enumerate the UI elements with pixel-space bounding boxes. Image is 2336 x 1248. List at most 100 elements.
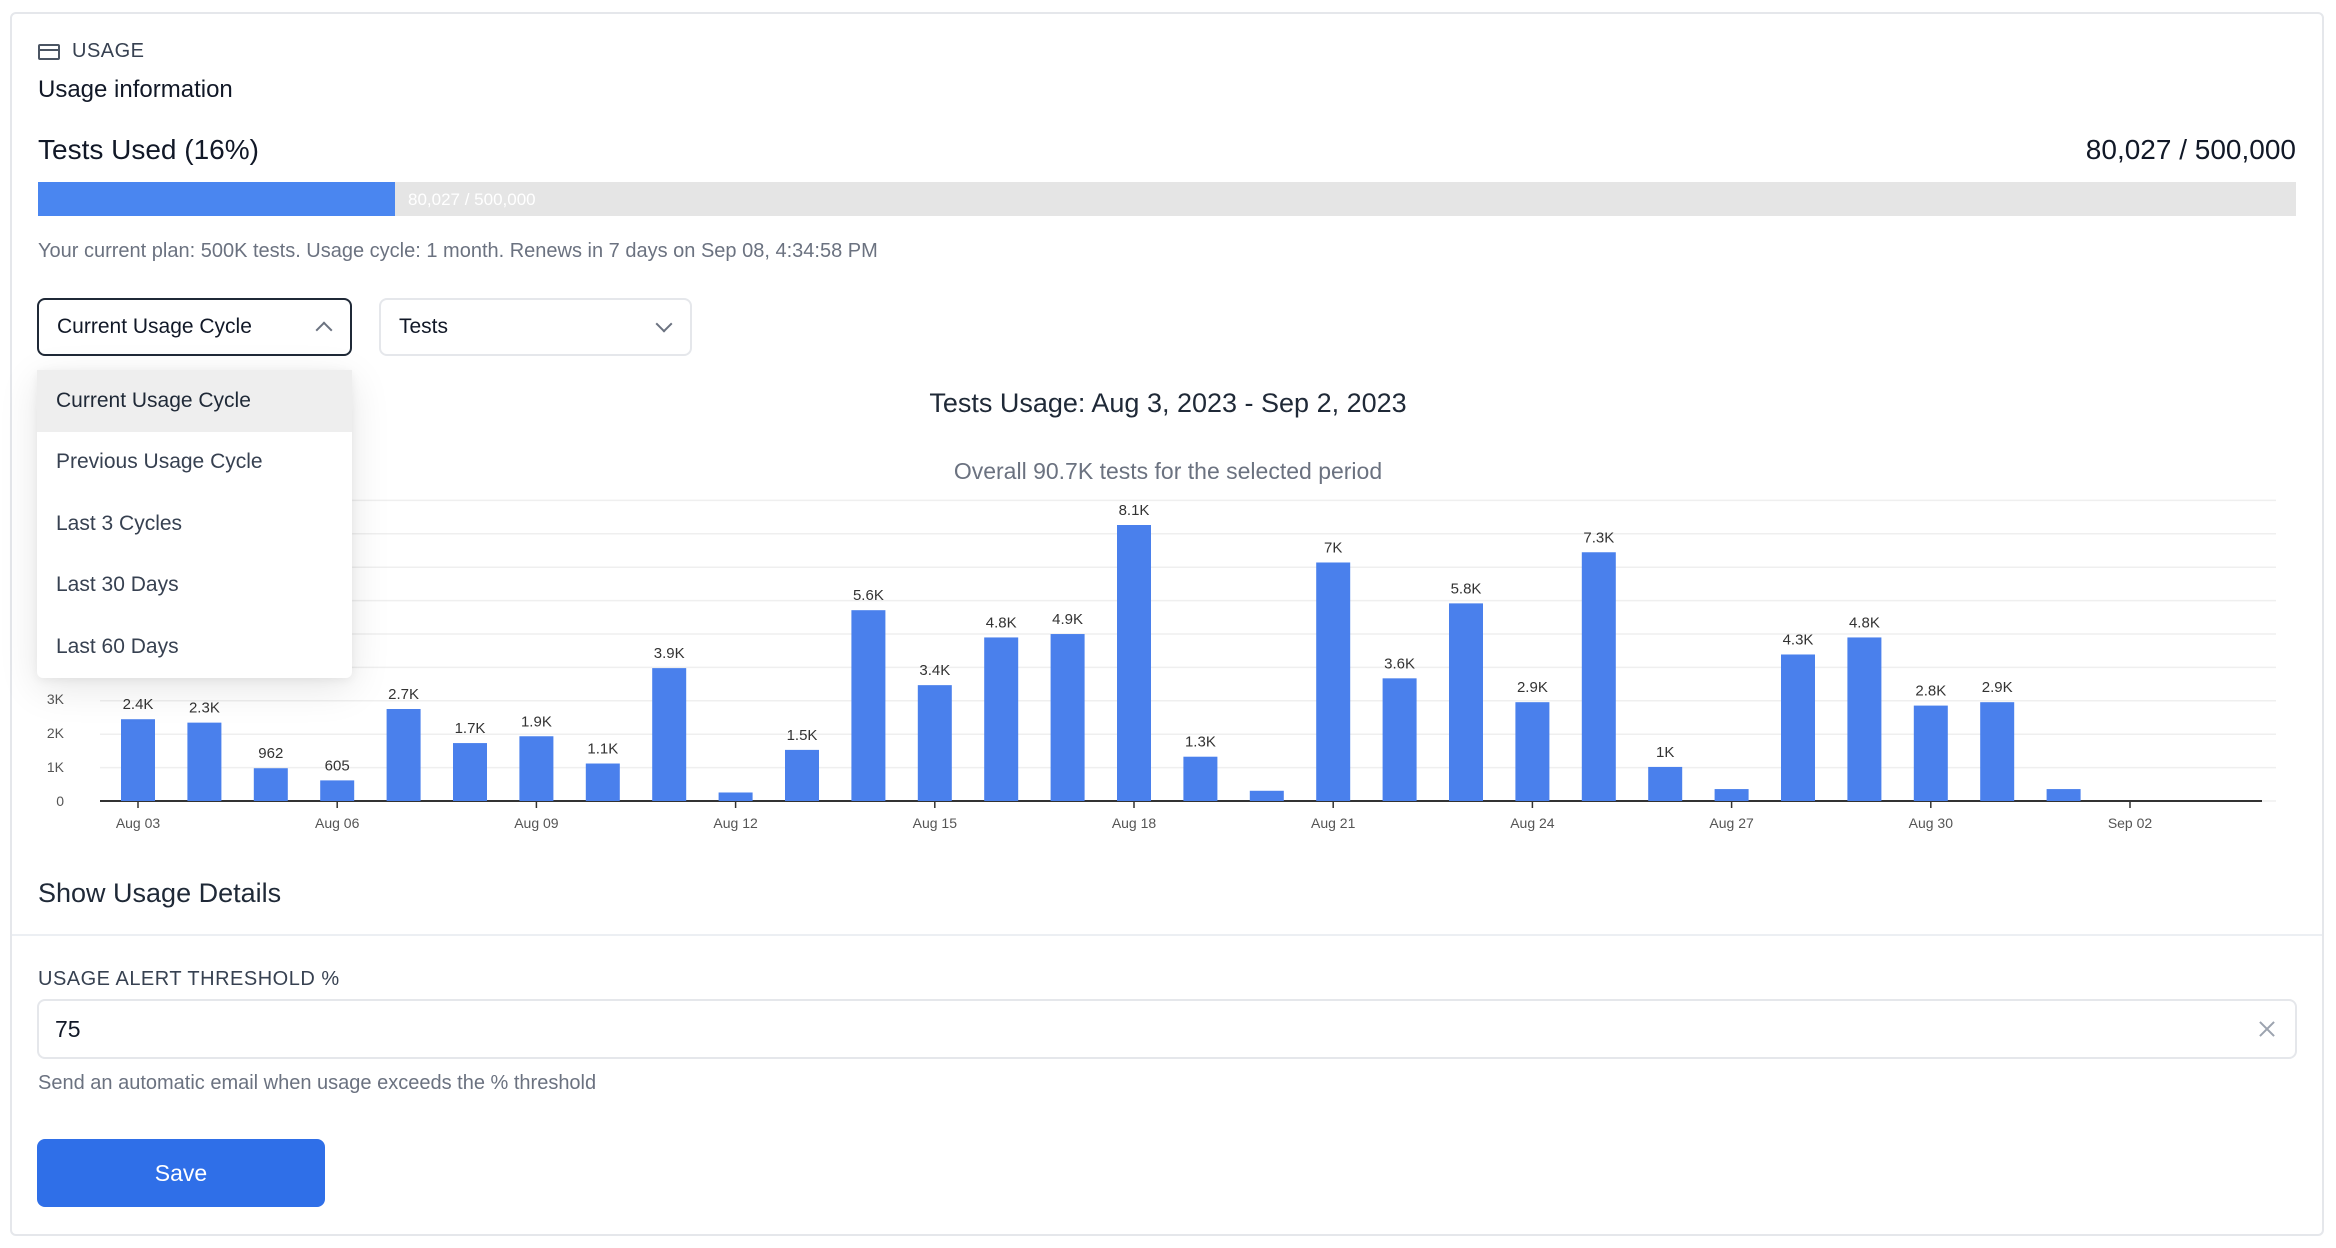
x-tick-label: Aug 03 — [116, 815, 161, 831]
metric-select[interactable]: Tests — [379, 298, 692, 356]
chart-bar — [984, 637, 1019, 801]
bar-value-label: 5.8K — [1451, 580, 1482, 597]
divider — [12, 934, 2322, 936]
chart-bar — [785, 749, 819, 801]
chart-bar — [1183, 756, 1218, 801]
section-title: Usage information — [38, 76, 233, 103]
bar-value-label: 4.9K — [1052, 611, 1083, 628]
close-icon[interactable] — [2257, 1019, 2277, 1039]
bar-value-label: 5.6K — [853, 587, 884, 604]
threshold-input-value: 75 — [55, 1015, 81, 1042]
bar-value-label: 2.9K — [1517, 679, 1548, 696]
tests-used-title: Tests Used (16%) — [38, 134, 259, 165]
usage-progress-fill — [38, 182, 395, 216]
period-select[interactable]: Current Usage Cycle — [37, 298, 352, 356]
chart-bar — [453, 743, 487, 801]
x-tick-label: Sep 02 — [2108, 815, 2153, 831]
chevron-up-icon — [315, 321, 333, 339]
period-option-last-3-cycles[interactable]: Last 3 Cycles — [37, 493, 352, 555]
bar-value-label: 1.1K — [587, 741, 618, 758]
chart-bar — [1449, 603, 1483, 801]
chart-bar — [917, 685, 952, 801]
threshold-label: USAGE ALERT THRESHOLD % — [38, 968, 340, 990]
y-tick-label: 0 — [56, 793, 64, 809]
bar-value-label: 7.3K — [1583, 529, 1614, 546]
chart-bar — [2046, 789, 2081, 801]
chart-bar — [652, 668, 687, 801]
chart-bar — [1781, 654, 1815, 801]
usage-progress-text: 80,027 / 500,000 — [408, 190, 536, 209]
y-tick-label: 3K — [47, 691, 65, 707]
bar-value-label: 2.7K — [388, 686, 419, 703]
threshold-input[interactable]: 75 — [37, 999, 2297, 1059]
bar-value-label: 3.4K — [919, 662, 950, 679]
x-tick-label: Aug 24 — [1510, 815, 1555, 831]
x-tick-label: Aug 27 — [1709, 815, 1754, 831]
chart-bar — [1515, 702, 1550, 801]
x-tick-label: Aug 30 — [1909, 815, 1954, 831]
chart-bar — [851, 610, 886, 801]
chart-bar — [320, 780, 355, 801]
x-tick-label: Aug 09 — [514, 815, 559, 831]
y-tick-label: 1K — [47, 759, 65, 775]
bar-value-label: 3.9K — [654, 645, 685, 662]
chart-bar — [121, 719, 155, 801]
tests-used-count: 80,027 / 500,000 — [2085, 134, 2296, 165]
y-tick-label: 2K — [47, 725, 65, 741]
chart-bar — [1581, 552, 1616, 801]
threshold-help: Send an automatic email when usage excee… — [38, 1072, 597, 1094]
chart-bar — [386, 709, 421, 801]
chart-bar — [585, 763, 620, 801]
bar-value-label: 605 — [325, 757, 350, 774]
chart-bar — [253, 768, 288, 801]
chart-bar — [1050, 634, 1085, 801]
plan-info: Your current plan: 500K tests. Usage cyc… — [38, 240, 878, 262]
bar-value-label: 1.5K — [787, 727, 818, 744]
chart-bar — [1249, 790, 1284, 801]
chevron-down-icon — [655, 315, 673, 333]
usage-progress-bar: 80,027 / 500,000 — [38, 182, 2296, 216]
card-icon — [38, 43, 60, 60]
chart-bar — [1117, 525, 1151, 801]
period-dropdown-menu: Current Usage Cycle Previous Usage Cycle… — [37, 370, 352, 678]
show-usage-details-toggle[interactable]: Show Usage Details — [38, 878, 281, 909]
chart-bar — [519, 736, 554, 801]
chart-bar — [1382, 678, 1417, 801]
bar-value-label: 2.8K — [1915, 683, 1946, 700]
chart-bar — [1847, 637, 1882, 801]
metric-select-value: Tests — [399, 315, 449, 338]
bar-value-label: 2.3K — [189, 700, 220, 717]
bar-value-label: 1.7K — [455, 720, 486, 737]
x-tick-label: Aug 21 — [1311, 815, 1356, 831]
period-option-previous-usage-cycle[interactable]: Previous Usage Cycle — [37, 432, 352, 494]
bar-value-label: 4.8K — [1849, 614, 1880, 631]
bar-value-label: 4.3K — [1783, 631, 1814, 648]
save-button[interactable]: Save — [37, 1139, 325, 1207]
bar-value-label: 2.4K — [123, 696, 154, 713]
bar-value-label: 3.6K — [1384, 655, 1415, 672]
section-header: USAGE — [38, 40, 145, 63]
chart-bar — [718, 792, 753, 801]
chart-bar — [1648, 766, 1683, 801]
bar-value-label: 1K — [1656, 744, 1674, 761]
period-option-last-30-days[interactable]: Last 30 Days — [37, 555, 352, 617]
x-tick-label: Aug 12 — [713, 815, 758, 831]
period-option-current-usage-cycle[interactable]: Current Usage Cycle — [37, 370, 352, 432]
bar-value-label: 962 — [258, 745, 283, 762]
section-label: USAGE — [72, 40, 145, 62]
chart-bar — [1913, 705, 1948, 801]
bar-value-label: 8.1K — [1119, 502, 1150, 519]
bar-value-label: 1.9K — [521, 713, 552, 730]
x-tick-label: Aug 15 — [913, 815, 958, 831]
period-select-value: Current Usage Cycle — [57, 315, 252, 338]
chart-bar — [187, 722, 222, 801]
period-option-last-60-days[interactable]: Last 60 Days — [37, 616, 352, 678]
bar-value-label: 2.9K — [1982, 679, 2013, 696]
chart-bar — [1316, 562, 1351, 801]
x-tick-label: Aug 18 — [1112, 815, 1157, 831]
bar-value-label: 1.3K — [1185, 734, 1216, 751]
chart-bar — [1714, 789, 1749, 801]
bar-value-label: 7K — [1324, 539, 1342, 556]
chart-bar — [1980, 702, 2015, 801]
bar-value-label: 4.8K — [986, 614, 1017, 631]
